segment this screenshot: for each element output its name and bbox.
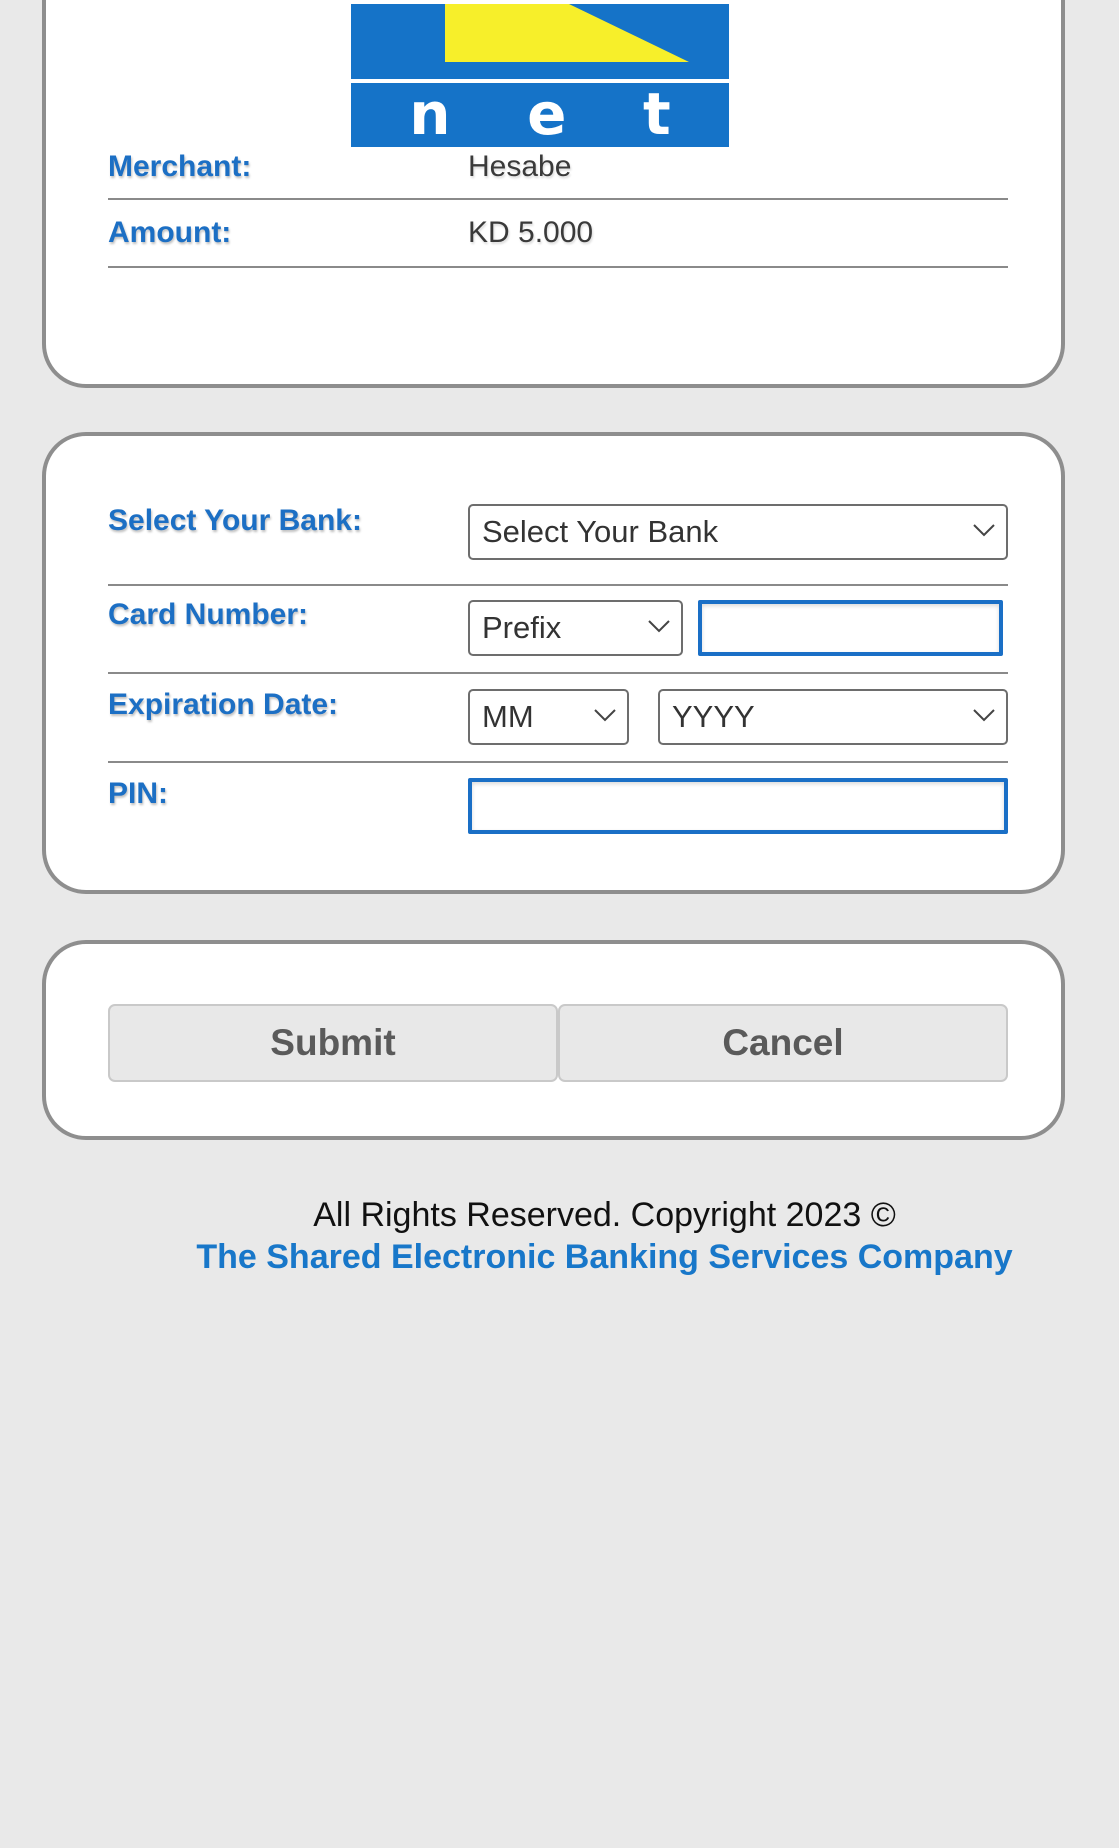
expiration-year-select[interactable]: YYYY — [658, 689, 1008, 745]
card-number-row: Card Number: Prefix — [108, 586, 1008, 674]
company-name: The Shared Electronic Banking Services C… — [196, 1238, 1013, 1276]
knet-logo: n e t — [351, 4, 729, 147]
pin-row: PIN: — [108, 763, 1008, 853]
expiration-label: Expiration Date: — [108, 688, 339, 721]
logo-letter: n — [409, 80, 451, 147]
amount-label: Amount: — [108, 216, 232, 249]
chevron-down-icon — [648, 620, 670, 633]
card-prefix-value: Prefix — [482, 610, 562, 645]
expiration-year-value: YYYY — [672, 699, 755, 734]
actions-card: Submit Cancel — [42, 940, 1065, 1140]
cancel-button[interactable]: Cancel — [558, 1004, 1008, 1082]
chevron-down-icon — [973, 709, 995, 722]
merchant-value: Hesabe — [468, 150, 572, 183]
logo-letter: e — [527, 80, 567, 147]
amount-row: Amount: KD 5.000 — [108, 200, 1008, 268]
amount-value: KD 5.000 — [468, 216, 594, 249]
expiration-row: Expiration Date: MM YYYY — [108, 674, 1008, 763]
bank-row: Select Your Bank: Select Your Bank — [108, 496, 1008, 586]
chevron-down-icon — [594, 709, 616, 722]
pin-label: PIN: — [108, 777, 168, 810]
merchant-row: Merchant: Hesabe — [108, 138, 1008, 200]
copyright-text: All Rights Reserved. Copyright 2023 © — [313, 1196, 896, 1234]
knet-k-letter-graphic — [445, 4, 689, 62]
bank-select[interactable]: Select Your Bank — [468, 504, 1008, 560]
expiration-month-value: MM — [482, 699, 534, 734]
merchant-label: Merchant: — [108, 150, 252, 183]
chevron-down-icon — [973, 524, 995, 537]
card-number-label: Card Number: — [108, 598, 309, 631]
expiration-month-select[interactable]: MM — [468, 689, 629, 745]
bank-label: Select Your Bank: — [108, 504, 362, 537]
bank-select-value: Select Your Bank — [482, 514, 719, 549]
submit-button[interactable]: Submit — [108, 1004, 558, 1082]
card-number-input[interactable] — [698, 600, 1003, 656]
merchant-info-card: n e t Merchant: Hesabe Amount: KD 5.000 — [42, 0, 1065, 388]
payment-form-card: Select Your Bank: Select Your Bank Card … — [42, 432, 1065, 894]
logo-letter: t — [642, 80, 671, 147]
card-prefix-select[interactable]: Prefix — [468, 600, 683, 656]
pin-input[interactable] — [468, 778, 1008, 834]
